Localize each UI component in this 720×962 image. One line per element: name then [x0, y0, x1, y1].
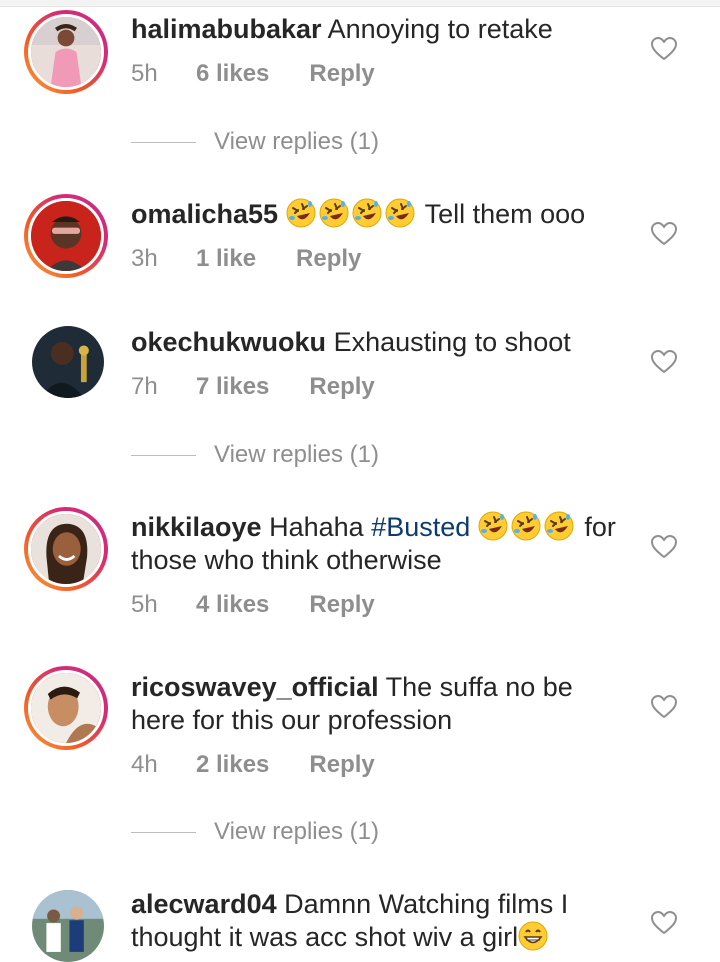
view-replies-label[interactable]: View replies (1) [214, 128, 379, 156]
grinning-face-icon [518, 921, 549, 951]
reply-button[interactable]: Reply [309, 60, 374, 88]
rolling-on-floor-laughing-icon [510, 511, 541, 541]
comment-text: those who think otherwise [131, 545, 442, 575]
comment-username[interactable]: omalicha55 [131, 199, 278, 229]
man-with-award-avatar-icon [32, 326, 104, 398]
comment-time: 7h [131, 373, 158, 400]
comment-text: for [584, 512, 616, 542]
rolling-on-floor-laughing-icon [384, 198, 415, 228]
view-replies-label[interactable]: View replies (1) [214, 818, 379, 846]
comment-likes[interactable]: 7 likes [196, 373, 269, 401]
heart-outline-icon[interactable] [651, 222, 677, 246]
rolling-on-floor-laughing-icon [318, 198, 349, 228]
comment-time: 5h [131, 591, 158, 618]
comment-username[interactable]: okechukwuoku [131, 327, 326, 357]
comment-username[interactable]: alecward04 [131, 889, 277, 919]
comment-text: Annoying to retake [327, 14, 553, 44]
user-avatar[interactable] [24, 10, 108, 94]
heart-outline-icon[interactable] [651, 37, 677, 61]
young-man-selfie-avatar-icon [31, 673, 101, 743]
comment-likes[interactable]: 1 like [196, 245, 256, 273]
reply-button[interactable]: Reply [309, 751, 374, 779]
comment-username[interactable]: halimabubakar [131, 14, 322, 44]
comment-username[interactable]: nikkilaoye [131, 512, 262, 542]
replies-divider [131, 142, 196, 143]
comment-text: thought it was acc shot wiv a girl [131, 922, 519, 952]
comment-text: here for this our profession [131, 705, 453, 735]
group-photo-avatar-icon [32, 890, 104, 962]
comment-likes[interactable]: 4 likes [196, 591, 269, 619]
heart-outline-icon[interactable] [651, 911, 677, 935]
man-red-background-avatar-icon [31, 201, 101, 271]
user-avatar[interactable] [32, 890, 104, 962]
replies-divider [131, 455, 196, 456]
heart-outline-icon[interactable] [651, 535, 677, 559]
comment-likes[interactable]: 2 likes [196, 751, 269, 779]
smiling-woman-avatar-icon [31, 514, 101, 584]
comment-username[interactable]: ricoswavey_official [131, 672, 379, 702]
top-divider [0, 0, 720, 7]
rolling-on-floor-laughing-icon [543, 511, 574, 541]
comment-text: The suffa no be [385, 672, 573, 702]
comment-text: Exhausting to shoot [333, 327, 571, 357]
woman-pink-dress-avatar-icon [31, 17, 101, 87]
hashtag-link[interactable]: #Busted [371, 512, 470, 542]
comment-likes[interactable]: 6 likes [196, 60, 269, 88]
heart-outline-icon[interactable] [651, 350, 677, 374]
comment-text: Damnn Watching films I [284, 889, 569, 919]
user-avatar[interactable] [32, 326, 104, 398]
comment-time: 5h [131, 60, 158, 87]
user-avatar[interactable] [24, 666, 108, 750]
heart-outline-icon[interactable] [651, 695, 677, 719]
rolling-on-floor-laughing-icon [477, 511, 508, 541]
comment-time: 4h [131, 751, 158, 778]
reply-button[interactable]: Reply [296, 245, 361, 273]
replies-divider [131, 832, 196, 833]
view-replies-label[interactable]: View replies (1) [214, 441, 379, 469]
comment-time: 3h [131, 245, 158, 272]
reply-button[interactable]: Reply [309, 591, 374, 619]
reply-button[interactable]: Reply [309, 373, 374, 401]
user-avatar[interactable] [24, 194, 108, 278]
rolling-on-floor-laughing-icon [285, 198, 316, 228]
comment-text: Hahaha [269, 512, 364, 542]
rolling-on-floor-laughing-icon [351, 198, 382, 228]
user-avatar[interactable] [24, 507, 108, 591]
comment-text: Tell them ooo [424, 199, 586, 229]
